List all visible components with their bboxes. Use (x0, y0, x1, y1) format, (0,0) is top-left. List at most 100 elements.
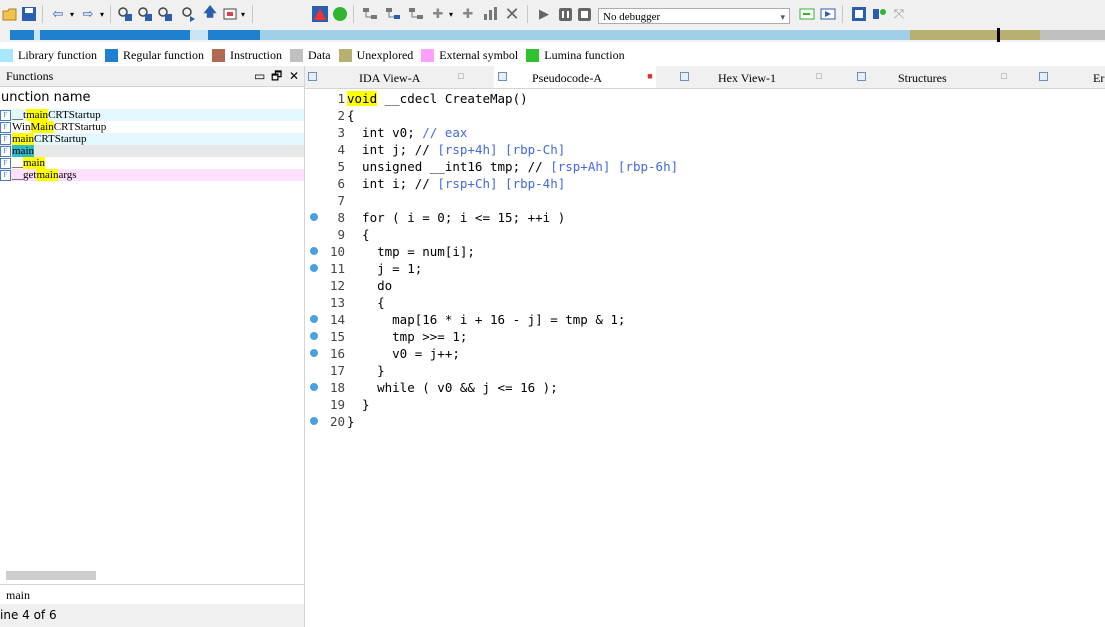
dropdown-arrow-icon[interactable]: ▾ (446, 6, 456, 22)
function-name-prefix: __get (12, 169, 37, 181)
code-line[interactable]: 12 do (305, 277, 1095, 294)
code-line[interactable]: 4 int j; // [rsp+4h] [rbp-Ch] (305, 141, 1095, 158)
line-number: 15 (329, 329, 345, 344)
search-immediate-icon[interactable] (156, 6, 174, 22)
tab-structures[interactable]: Structures □ (853, 66, 1010, 88)
code-line[interactable]: 9 { (305, 226, 1095, 243)
close-x-icon[interactable]: ✕ (503, 4, 521, 25)
code-line[interactable]: 11 j = 1; (305, 260, 1095, 277)
debugger-select[interactable]: No debugger ▾ (598, 8, 790, 24)
code-text: } (347, 362, 385, 379)
tab-close-icon[interactable]: □ (1000, 72, 1008, 81)
graph-icon[interactable] (360, 6, 380, 22)
function-row[interactable]: F __main (0, 157, 304, 169)
function-row[interactable]: FmainCRTStartup (0, 133, 304, 145)
tab-ida-view-a[interactable]: IDA View-A □ (304, 66, 467, 88)
up-arrow-icon[interactable]: 🡅 (203, 5, 217, 22)
tab-close-icon[interactable]: ■ (646, 72, 654, 81)
code-line[interactable]: 16 v0 = j++; (305, 345, 1095, 362)
tab-pseudocode-a[interactable]: Pseudocode-A ■ (494, 66, 656, 88)
tab-er[interactable]: Er (1035, 66, 1105, 88)
legend-item: Regular function (104, 48, 204, 63)
code-line[interactable]: 19 } (305, 396, 1095, 413)
navigation-bar[interactable] (10, 28, 1105, 42)
code-line[interactable]: 18 while ( v0 && j <= 16 ); (305, 379, 1095, 396)
function-row[interactable]: F __getmainargs (0, 169, 304, 181)
plugin-icon[interactable] (850, 6, 868, 22)
dropdown-arrow-icon[interactable]: ▾ (238, 6, 248, 22)
horizontal-scrollbar[interactable] (6, 571, 96, 580)
function-row[interactable]: F WinMainCRTStartup (0, 121, 304, 133)
attach-process-icon[interactable] (819, 6, 837, 22)
function-row[interactable]: F __tmainCRTStartup (0, 109, 304, 121)
code-line[interactable]: 7 (305, 192, 1095, 209)
back-arrow-icon[interactable]: ⇦ (48, 6, 68, 22)
breakpoint-dot-icon[interactable] (310, 383, 318, 391)
pseudocode-view[interactable]: 1 void __cdecl CreateMap() 2{3 int v0; // … (305, 89, 1105, 627)
function-name-column-header[interactable]: unction name (0, 87, 304, 109)
breakpoint-dot-icon[interactable] (310, 417, 318, 425)
code-line[interactable]: 3 int v0; // eax (305, 124, 1095, 141)
switch-debugger-icon[interactable] (798, 6, 816, 22)
chart-icon[interactable] (481, 6, 499, 22)
dropdown-arrow-icon[interactable]: ▾ (67, 6, 77, 22)
tab-close-icon[interactable]: □ (815, 72, 823, 81)
stop-icon[interactable] (577, 6, 591, 22)
tab-hex-view-1[interactable]: Hex View-1 □ (676, 66, 825, 88)
dropdown-arrow-icon[interactable]: ▾ (97, 6, 107, 22)
code-text: unsigned __int16 tmp; // [rsp+Ah] [rbp-6… (347, 158, 678, 175)
code-line[interactable]: 13 { (305, 294, 1095, 311)
code-statement: do (347, 278, 393, 293)
forward-arrow-icon[interactable]: ⇨ (78, 6, 98, 22)
add-node-icon[interactable]: ✚ (458, 6, 478, 22)
function-search-field[interactable]: main (0, 584, 304, 604)
play-icon[interactable]: ▶ (537, 6, 551, 22)
maximize-icon[interactable]: ▭ (254, 66, 265, 86)
column-header-label: unction name (1, 90, 91, 105)
legend-label: Library function (18, 47, 97, 62)
graph-calls-icon[interactable] (406, 6, 426, 22)
code-comment: [rsp+Ch] [rbp-4h] (437, 176, 566, 191)
code-line[interactable]: 15 tmp >>= 1; (305, 328, 1095, 345)
pause-icon[interactable] (558, 6, 572, 22)
functions-status-text: ine 4 of 6 (0, 608, 57, 622)
green-status-icon[interactable] (332, 6, 348, 22)
lumina-pull-icon[interactable] (870, 6, 888, 22)
line-number: 10 (329, 244, 345, 259)
graph-xrefs-icon[interactable] (383, 6, 403, 22)
code-statement: { (347, 108, 355, 123)
search-next-icon[interactable] (180, 6, 198, 22)
code-line[interactable]: 14 map[16 * i + 16 - j] = tmp & 1; (305, 311, 1095, 328)
function-icon: F (0, 134, 11, 145)
code-line[interactable]: 20} (305, 413, 1095, 430)
code-line[interactable]: 6 int i; // [rsp+Ch] [rbp-4h] (305, 175, 1095, 192)
open-icon[interactable] (2, 6, 18, 22)
function-name-match: main (26, 109, 49, 121)
code-text: map[16 * i + 16 - j] = tmp & 1; (347, 311, 625, 328)
breakpoint-dot-icon[interactable] (310, 247, 318, 255)
breakpoint-dot-icon[interactable] (310, 264, 318, 272)
lumina-push-icon[interactable]: ⤧ (890, 6, 908, 22)
add-breakpoint-icon[interactable]: ✚ (428, 6, 448, 22)
breakpoint-dot-icon[interactable] (310, 315, 318, 323)
breakpoint-dot-icon[interactable] (310, 332, 318, 340)
code-line[interactable]: 10 tmp = num[i]; (305, 243, 1095, 260)
code-line[interactable]: 5 unsigned __int16 tmp; // [rsp+Ah] [rbp… (305, 158, 1095, 175)
save-icon[interactable] (21, 6, 37, 22)
code-line[interactable]: 8 for ( i = 0; i <= 15; ++i ) (305, 209, 1095, 226)
search-binary-icon[interactable] (116, 6, 134, 22)
warning-icon[interactable] (312, 6, 328, 22)
search-text-icon[interactable] (136, 6, 154, 22)
breakpoint-dot-icon[interactable] (310, 349, 318, 357)
code-line[interactable]: 1 void __cdecl CreateMap() (305, 90, 1095, 107)
function-name-match: main (12, 145, 34, 157)
tab-close-icon[interactable]: □ (457, 72, 465, 81)
close-icon[interactable]: ✕ (289, 66, 299, 86)
code-text: int v0; // eax (347, 124, 467, 141)
code-line[interactable]: 2{ (305, 107, 1095, 124)
function-row[interactable]: Fmain (0, 145, 304, 157)
float-window-icon[interactable]: 🗗 (271, 66, 282, 86)
code-line[interactable]: 17 } (305, 362, 1095, 379)
breakpoint-dot-icon[interactable] (310, 213, 318, 221)
segment-icon[interactable] (222, 6, 238, 22)
